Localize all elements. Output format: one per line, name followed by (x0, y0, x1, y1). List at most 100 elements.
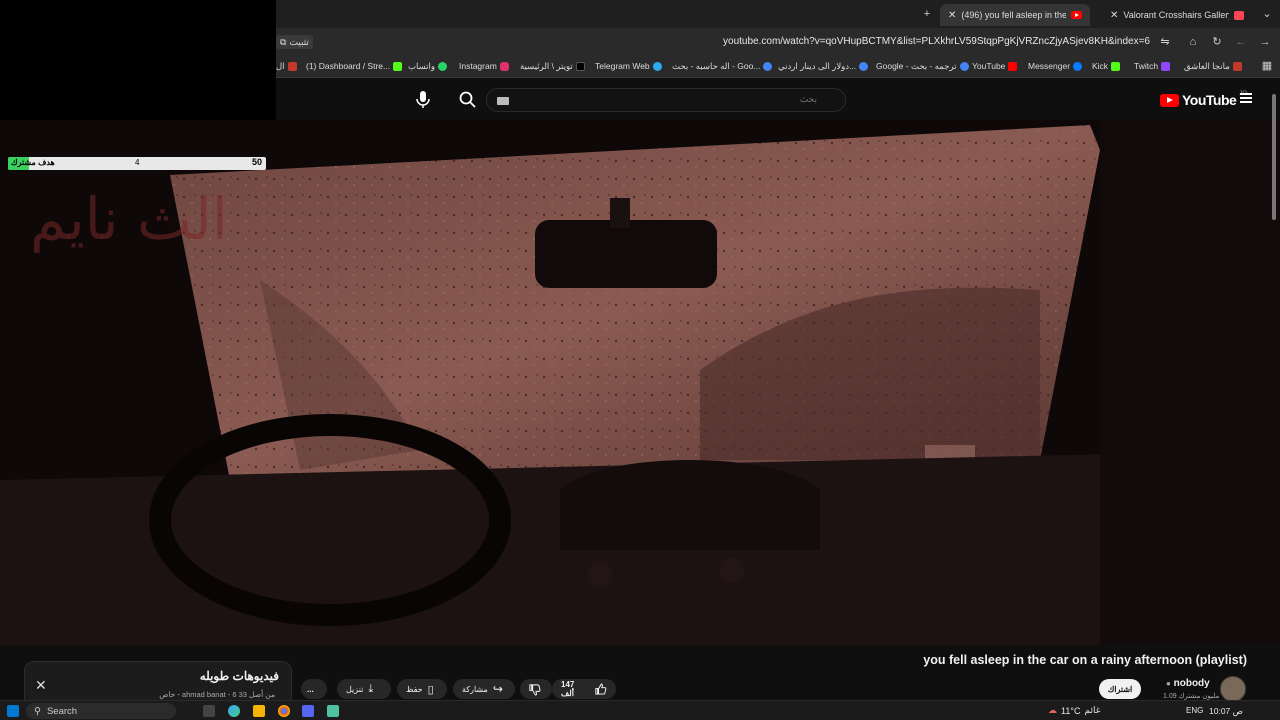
page-scrollbar[interactable] (1272, 84, 1278, 644)
windows-start-icon[interactable] (7, 705, 19, 717)
address-bar: ⧉ تثبيت youtube.com/watch?v=qoVHupBCTMY&… (276, 28, 1280, 56)
install-chip[interactable]: ⧉ تثبيت (276, 35, 313, 49)
bookmark-item[interactable]: (1) Dashboard / Stre... (306, 61, 403, 71)
weather-text: غائم (1084, 705, 1101, 715)
search-icon[interactable] (458, 90, 478, 110)
app-icon[interactable] (327, 705, 339, 717)
twitch-icon (1161, 61, 1171, 71)
new-tab-button[interactable]: + (920, 7, 934, 21)
whatsapp-icon (438, 62, 448, 71)
kick-icon (393, 61, 403, 71)
bookmark-label: دولار الى دينار اردني... (778, 61, 857, 71)
bookmark-item[interactable]: اله حاسبه - بحث - Goo... (672, 61, 773, 72)
bookmark-favicon-icon (287, 62, 297, 71)
discord-icon[interactable] (302, 705, 314, 717)
menu-icon[interactable] (1240, 93, 1252, 103)
home-icon[interactable]: ⌂ (1186, 35, 1200, 49)
chevron-down-icon[interactable]: ⌄ (1260, 7, 1274, 21)
channel-name[interactable]: ● nobody (1166, 678, 1210, 689)
chrome-icon[interactable] (278, 705, 290, 717)
share-button[interactable]: مشاركة ↪ (453, 679, 515, 699)
subscriber-count: 1.09 مليون مشترك (1163, 693, 1220, 700)
more-icon: ... (307, 684, 314, 694)
verified-icon: ● (1166, 679, 1171, 688)
bookmark-item[interactable]: دولار الى دينار اردني... (778, 61, 869, 72)
goal-target: 50 (251, 157, 262, 167)
bookmark-item[interactable]: تويتر \ الرئيسية (520, 61, 585, 72)
apps-grid-icon[interactable]: ▦ (1260, 59, 1274, 73)
bookmark-label: تويتر \ الرئيسية (520, 61, 573, 71)
download-label: تنزيل (346, 684, 364, 694)
messenger-icon (1073, 61, 1083, 71)
youtube-logo-text: YouTube (1182, 92, 1237, 108)
bookmark-label: Messenger (1028, 61, 1071, 71)
search-input[interactable] (617, 94, 817, 104)
bookmark-item[interactable]: Messenger (1028, 61, 1083, 71)
tab-valorant[interactable]: ✕ Valorant Crosshairs Gallery - Va (1102, 4, 1252, 26)
bookmark-item[interactable]: مانجا العاشق (1184, 61, 1242, 72)
bookmark-item[interactable]: واتساب (408, 61, 448, 72)
google-icon (763, 62, 773, 71)
microphone-icon[interactable] (413, 89, 433, 109)
bookmark-label: YouTube (972, 61, 1006, 71)
clock[interactable]: 10:07 ص (1209, 706, 1243, 717)
browser-tabstrip: + ✕ (496) you fell asleep in the ✕ Valor… (276, 0, 1280, 28)
avatar[interactable] (1220, 676, 1246, 702)
more-actions-button[interactable]: ... (301, 679, 327, 699)
tune-icon[interactable]: ⇋ (1158, 35, 1172, 49)
language-indicator[interactable]: ENG (1186, 706, 1203, 715)
bookmark-item[interactable]: ال (276, 61, 297, 72)
close-icon[interactable]: ✕ (948, 10, 956, 21)
subscribe-button[interactable]: اشتراك (1099, 679, 1141, 699)
search-icon: ⚲ (34, 705, 41, 717)
bookmark-item[interactable]: Telegram Web (595, 61, 662, 71)
telegram-icon (652, 61, 662, 71)
like-button[interactable]: 147 ألف (552, 679, 616, 699)
bookmark-icon: ▯ (427, 683, 434, 696)
bookmark-label: Telegram Web (595, 61, 650, 71)
playlist-meta: خاص - ahmad banat - 6 من أصل 33 (159, 690, 275, 699)
install-icon: ⧉ (280, 36, 287, 47)
task-view-icon[interactable] (203, 705, 215, 717)
youtube-logo[interactable]: YouTube JO (1160, 91, 1247, 108)
thumbs-up-icon (595, 683, 607, 695)
x-icon (575, 62, 585, 71)
tab-label: Valorant Crosshairs Gallery - Va (1123, 10, 1229, 20)
bookmarks-bar: ال (1) Dashboard / Stre... واتساب Instag… (276, 56, 1280, 78)
search-box (486, 88, 846, 112)
tab-label: (496) you fell asleep in the (961, 10, 1066, 20)
bookmark-label: اله حاسبه - بحث - Goo... (672, 61, 761, 71)
scroll-thumb[interactable] (1272, 94, 1276, 220)
channel-name-text: nobody (1173, 678, 1210, 689)
reload-icon[interactable]: ↻ (1210, 35, 1224, 49)
youtube-favicon-icon (1071, 11, 1082, 19)
weather-widget[interactable]: ☁ 11°C غائم (1048, 705, 1100, 716)
bookmark-item[interactable]: Twitch (1134, 61, 1171, 71)
close-icon[interactable]: ✕ (35, 678, 49, 692)
taskbar-search[interactable]: ⚲ Search (26, 703, 176, 719)
bookmark-item[interactable]: Instagram (459, 61, 509, 71)
dislike-button[interactable] (520, 679, 552, 699)
url-field[interactable]: youtube.com/watch?v=qoVHupBCTMY&list=PLX… (723, 36, 1150, 47)
close-icon[interactable]: ✕ (1110, 10, 1118, 21)
subscriber-goal-bar: هدف مشترك 4 50 (8, 157, 266, 170)
keyboard-icon[interactable] (497, 97, 509, 105)
bookmark-item[interactable]: Kick (1092, 61, 1121, 71)
save-button[interactable]: حفظ ▯ (397, 679, 447, 699)
back-icon[interactable]: → (1258, 35, 1272, 49)
youtube-play-icon (1160, 93, 1179, 107)
copilot-icon[interactable] (228, 705, 240, 717)
playlist-title[interactable]: فيديوهات طويله (200, 669, 279, 683)
bookmark-item[interactable]: YouTube (972, 61, 1018, 71)
download-button[interactable]: تنزيل ⤓ (337, 679, 391, 699)
forward-icon[interactable]: ← (1234, 35, 1248, 49)
bookmark-item[interactable]: Google - ترجمه - بحث (876, 61, 969, 72)
file-explorer-icon[interactable] (253, 705, 265, 717)
tab-youtube-active[interactable]: ✕ (496) you fell asleep in the (940, 4, 1090, 26)
bookmark-label: ال (276, 61, 285, 71)
subscribe-label: اشتراك (1107, 684, 1133, 694)
bookmark-label: Instagram (459, 61, 497, 71)
google-icon (859, 62, 869, 71)
install-chip-label: تثبيت (289, 36, 309, 47)
bookmark-label: (1) Dashboard / Stre... (306, 61, 391, 71)
